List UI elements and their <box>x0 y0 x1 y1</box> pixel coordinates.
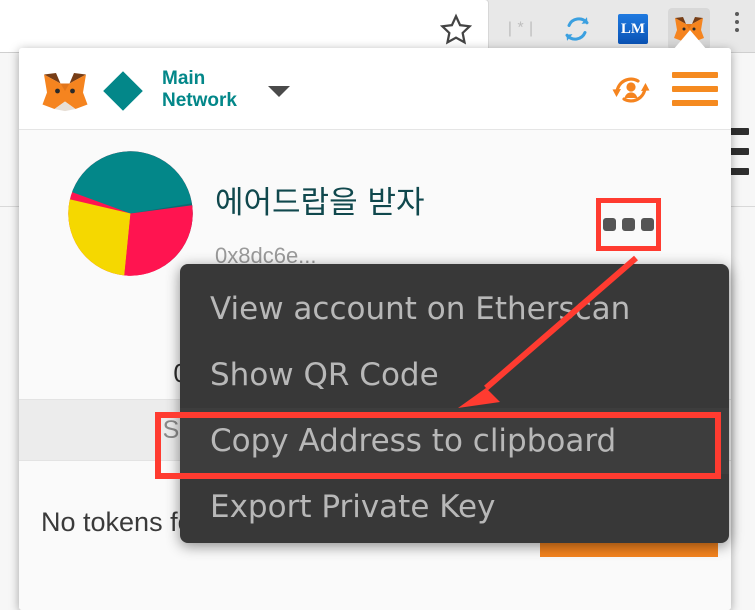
account-options-dropdown: View account on Etherscan Show QR Code C… <box>180 264 729 543</box>
address-bar[interactable] <box>0 0 488 52</box>
placeholder-extension-glyph: |*| <box>505 20 537 38</box>
menu-item-copy-address[interactable]: Copy Address to clipboard <box>180 408 729 474</box>
metamask-header: Main Network <box>19 48 731 130</box>
network-name-line2: Network <box>162 90 237 111</box>
menu-item-show-qr-code[interactable]: Show QR Code <box>180 342 729 408</box>
kebab-dot <box>735 12 739 16</box>
account-options-dots-icon <box>601 203 656 246</box>
network-dropdown-caret-icon[interactable] <box>268 86 290 97</box>
network-status-diamond-icon <box>103 71 143 111</box>
sync-extension-icon[interactable] <box>556 8 598 50</box>
metamask-menu-button[interactable] <box>672 72 718 106</box>
kebab-dot <box>735 28 739 32</box>
dot <box>603 218 616 231</box>
dot <box>622 218 635 231</box>
account-name: 에어드랍을 받자 <box>215 185 425 221</box>
lm-extension-label: LM <box>618 14 648 44</box>
dot <box>641 218 654 231</box>
browser-menu-button[interactable] <box>735 12 739 32</box>
placeholder-extension-icon[interactable]: |*| <box>500 8 542 50</box>
jazzicon-pie-identicon <box>68 151 193 276</box>
account-options-button[interactable] <box>596 198 661 251</box>
network-name-line1: Main <box>162 68 206 89</box>
lm-extension-icon[interactable]: LM <box>612 8 654 50</box>
menu-bar <box>672 86 718 92</box>
popup-pointer-arrow <box>673 30 707 50</box>
menu-item-export-private-key[interactable]: Export Private Key <box>180 474 729 540</box>
menu-item-view-on-etherscan[interactable]: View account on Etherscan <box>180 276 729 342</box>
account-switch-icon[interactable] <box>609 70 653 110</box>
metamask-fox-logo <box>42 73 88 112</box>
bookmark-star-icon[interactable] <box>435 8 477 50</box>
menu-bar <box>672 72 718 78</box>
kebab-dot <box>735 20 739 24</box>
menu-bar <box>672 100 718 106</box>
network-name[interactable]: Main Network <box>162 68 272 112</box>
screenshot-root: |*| LM Main Network 에어드랍을 받자 0x8dc6e... … <box>0 0 755 610</box>
